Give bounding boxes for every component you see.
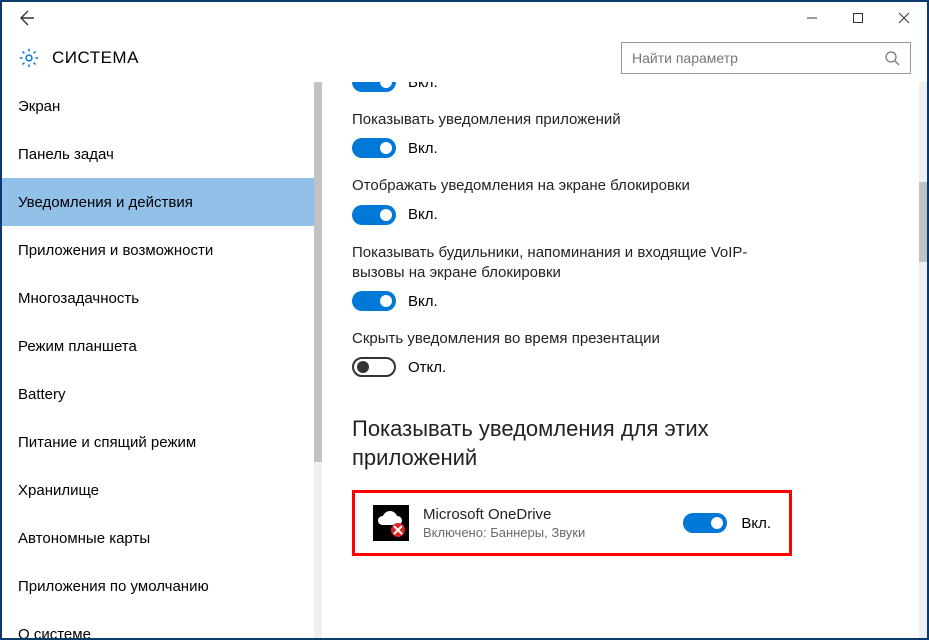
arrow-left-icon — [17, 9, 35, 27]
toggle[interactable] — [683, 513, 727, 533]
setting-label: Скрыть уведомления во время презентации — [352, 329, 792, 349]
setting-lockscreen-notifications: Отображать уведомления на экране блокиро… — [352, 176, 903, 224]
setting-label: Отображать уведомления на экране блокиро… — [352, 176, 792, 196]
back-button[interactable] — [10, 2, 42, 34]
setting-label: Показывать будильники, напоминания и вхо… — [352, 243, 792, 284]
sidebar-item-label: Экран — [18, 98, 60, 115]
onedrive-icon — [373, 505, 409, 541]
setting-app-notifications: Показывать уведомления приложений Вкл. — [352, 110, 903, 158]
sidebar-scrollbar[interactable] — [314, 82, 322, 638]
sidebar-item-offline-maps[interactable]: Автономные карты — [2, 514, 314, 562]
sidebar-scroll-thumb[interactable] — [314, 82, 322, 462]
content: Вкл. Показывать уведомления приложений В… — [322, 82, 927, 638]
sidebar-item-label: Панель задач — [18, 146, 114, 163]
sidebar-item-label: Питание и спящий режим — [18, 434, 196, 451]
sidebar-item-about[interactable]: О системе — [2, 610, 314, 638]
search-placeholder: Найти параметр — [632, 50, 884, 66]
sidebar-item-default-apps[interactable]: Приложения по умолчанию — [2, 562, 314, 610]
sidebar-item-label: Приложения по умолчанию — [18, 578, 209, 595]
gear-icon — [18, 47, 40, 69]
caption-controls — [789, 2, 927, 34]
sidebar-item-label: Автономные карты — [18, 530, 150, 547]
content-scrollbar[interactable] — [919, 82, 927, 638]
setting-row-partial: Вкл. — [352, 82, 903, 92]
minimize-icon — [806, 12, 818, 24]
toggle-state: Вкл. — [408, 140, 438, 157]
sidebar-item-label: Уведомления и действия — [18, 194, 193, 211]
toggle-state: Откл. — [408, 359, 446, 376]
sidebar-item-storage[interactable]: Хранилище — [2, 466, 314, 514]
sidebar-item-multitasking[interactable]: Многозадачность — [2, 274, 314, 322]
page-title: СИСТЕМА — [52, 48, 139, 68]
toggle-state: Вкл. — [408, 206, 438, 223]
maximize-icon — [852, 12, 864, 24]
toggle[interactable] — [352, 291, 396, 311]
sidebar-item-label: Многозадачность — [18, 290, 139, 307]
app-notification-row[interactable]: Microsoft OneDrive Включено: Баннеры, Зв… — [352, 490, 792, 556]
content-scroll-thumb[interactable] — [919, 182, 927, 262]
sidebar-item-tablet-mode[interactable]: Режим планшета — [2, 322, 314, 370]
sidebar-item-power-sleep[interactable]: Питание и спящий режим — [2, 418, 314, 466]
settings-window: СИСТЕМА Найти параметр Экран Панель зада… — [0, 0, 929, 640]
toggle-state: Вкл. — [741, 515, 771, 532]
sidebar-item-battery[interactable]: Battery — [2, 370, 314, 418]
toggle[interactable] — [352, 357, 396, 377]
sidebar-item-label: Battery — [18, 386, 66, 403]
setting-hide-presentation: Скрыть уведомления во время презентации … — [352, 329, 903, 377]
header-left: СИСТЕМА — [18, 47, 139, 69]
sidebar-item-apps-features[interactable]: Приложения и возможности — [2, 226, 314, 274]
sidebar-item-label: Режим планшета — [18, 338, 137, 355]
search-input[interactable]: Найти параметр — [621, 42, 911, 74]
app-text: Microsoft OneDrive Включено: Баннеры, Зв… — [423, 506, 669, 540]
app-subtitle: Включено: Баннеры, Звуки — [423, 525, 669, 540]
toggle[interactable] — [352, 138, 396, 158]
titlebar — [2, 2, 927, 34]
header: СИСТЕМА Найти параметр — [2, 34, 927, 82]
sidebar-item-display[interactable]: Экран — [2, 82, 314, 130]
setting-alarms-voip: Показывать будильники, напоминания и вхо… — [352, 243, 903, 312]
app-name: Microsoft OneDrive — [423, 506, 669, 523]
toggle-state: Вкл. — [408, 82, 438, 91]
sidebar-item-label: Приложения и возможности — [18, 242, 213, 259]
section-heading: Показывать уведомления для этих приложен… — [352, 415, 792, 472]
sidebar-item-label: Хранилище — [18, 482, 99, 499]
sidebar-item-label: О системе — [18, 626, 91, 639]
sidebar-item-taskbar[interactable]: Панель задач — [2, 130, 314, 178]
sidebar: Экран Панель задач Уведомления и действи… — [2, 82, 322, 638]
search-icon — [884, 50, 900, 66]
maximize-button[interactable] — [835, 2, 881, 34]
body: Экран Панель задач Уведомления и действи… — [2, 82, 927, 638]
setting-label: Показывать уведомления приложений — [352, 110, 792, 130]
sidebar-item-notifications[interactable]: Уведомления и действия — [2, 178, 314, 226]
toggle[interactable] — [352, 205, 396, 225]
toggle[interactable] — [352, 82, 396, 92]
minimize-button[interactable] — [789, 2, 835, 34]
close-icon — [898, 12, 910, 24]
toggle-state: Вкл. — [408, 293, 438, 310]
close-button[interactable] — [881, 2, 927, 34]
